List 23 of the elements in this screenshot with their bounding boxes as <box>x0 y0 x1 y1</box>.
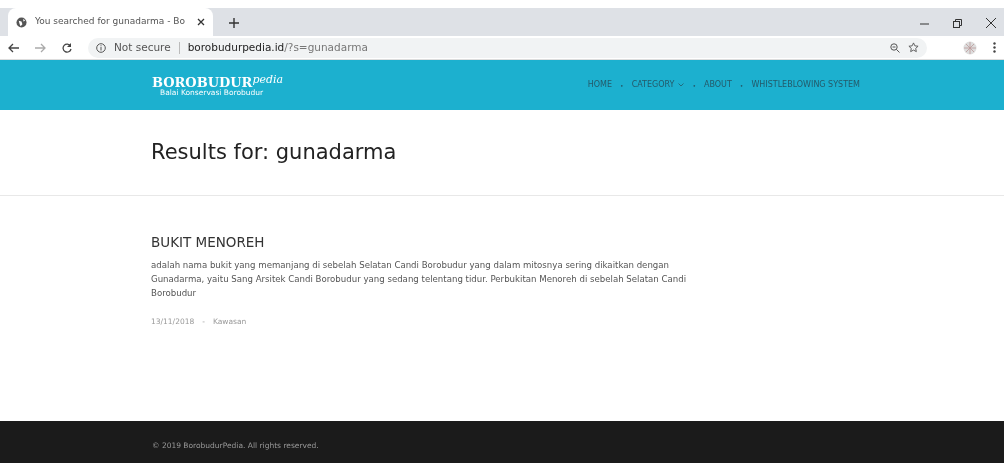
nav-link[interactable]: WHISTLEBLOWING SYSTEM <box>751 79 860 91</box>
nav-link[interactable]: CATEGORY <box>631 79 685 91</box>
url-text: borobudurpedia.id/?s=gunadarma <box>187 39 368 55</box>
tab-title: You searched for gunadarma - Bo <box>35 15 186 29</box>
browser-tab[interactable]: You searched for gunadarma - Bo <box>8 8 213 36</box>
result-title[interactable]: BUKIT MENOREH <box>151 234 1004 251</box>
security-label: Not secure <box>114 39 171 55</box>
close-icon[interactable] <box>986 18 996 28</box>
info-icon <box>96 42 106 53</box>
new-tab-icon[interactable] <box>229 18 239 28</box>
nav-link[interactable]: HOME <box>587 79 613 91</box>
reload-icon[interactable] <box>62 42 72 53</box>
address-bar[interactable]: Not secure borobudurpedia.id/?s=gunadarma <box>88 37 927 58</box>
nav-link[interactable]: ABOUT <box>704 79 732 91</box>
page-title: Results for: gunadarma <box>151 139 397 166</box>
restore-icon[interactable] <box>953 18 962 28</box>
star-icon[interactable] <box>908 42 919 53</box>
globe-icon <box>16 16 27 28</box>
close-icon[interactable] <box>197 18 205 26</box>
menu-icon[interactable] <box>993 42 996 53</box>
zoom-out-icon[interactable] <box>890 42 900 53</box>
back-icon[interactable] <box>8 42 19 53</box>
result-excerpt: adalah nama bukit yang memanjang di sebelah Selatan Candi Borobudur yang dalam mitosnya sering dikaitkan dengan Gunadarma, yaitu Sang Arsitek Candi Borobudur yang sedang telentang tidur. Perbukitan Menoreh di sebelah Selatan Candi Borobudur <box>151 259 688 301</box>
